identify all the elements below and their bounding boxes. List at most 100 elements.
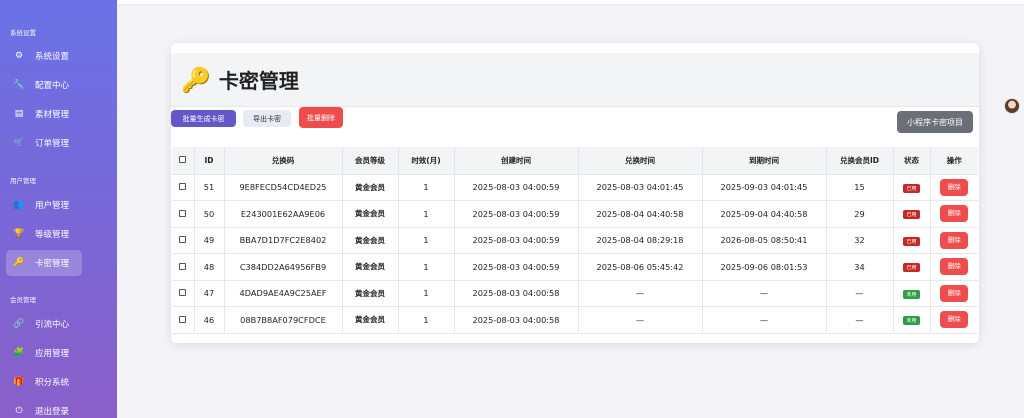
cell-redeemed: 2025-08-06 05:45:42 [578, 253, 703, 281]
table-row: 50 E243001E62AA9E06 黄金会员 1 2025-08-03 04:00:… [172, 200, 978, 228]
cell-expires: 2026-08-05 08:50:41 [702, 227, 827, 254]
cell-id: 46 [194, 306, 225, 334]
gift-icon: 🎁 [13, 377, 25, 387]
table-row: 49 BBA7D1D7FC2E8402 黄金会员 1 2025-08-03 04:00:… [172, 227, 978, 254]
row-select-cell [172, 227, 195, 254]
sidebar-item-system-settings[interactable]: ⚙ 系统设置 [6, 43, 82, 69]
status-badge: 未用 [903, 289, 920, 299]
cell-status: 已用 [893, 200, 931, 228]
cell-months: 1 [398, 280, 455, 307]
table-row: 48 C384DD2A64956FB9 黄金会员 1 2025-08-03 04:00:… [172, 253, 978, 281]
card-key-table: ID 兑换码 会员等级 时效(月) 创建时间 兑换时间 到期时间 兑换会员ID … [172, 147, 978, 334]
cell-code: BBA7D1D7FC2E8402 [224, 227, 343, 254]
batch-delete-button[interactable]: 批量删除 [299, 107, 343, 128]
row-select-cell [172, 253, 195, 281]
sidebar-item-points[interactable]: 🎁 积分系统 [6, 369, 82, 395]
sidebar-item-users[interactable]: 👥 用户管理 [6, 192, 82, 218]
sidebar-item-label: 积分系统 [35, 378, 70, 388]
column-header: 操作 [930, 147, 978, 175]
select-all-checkbox[interactable] [179, 155, 187, 163]
cell-redeemed: — [578, 280, 703, 307]
sidebar-item-label: 用户管理 [35, 201, 70, 211]
cell-months: 1 [398, 306, 455, 334]
status-badge: 已用 [903, 210, 920, 220]
export-button[interactable]: 导出卡密 [243, 110, 291, 127]
cell-action: 删除 [930, 280, 978, 307]
cell-level: 黄金会员 [342, 174, 399, 201]
cell-created: 2025-08-03 04:00:58 [454, 280, 579, 307]
delete-button[interactable]: 删除 [940, 205, 969, 223]
sidebar-item-levels[interactable]: 🏆 等级管理 [6, 221, 82, 247]
cell-member-id: 15 [826, 174, 894, 201]
cell-status: 未用 [893, 306, 931, 334]
cell-expires: — [702, 280, 827, 307]
cell-action: 删除 [930, 227, 978, 254]
cell-expires: 2025-09-03 04:01:45 [702, 174, 827, 201]
cell-level: 黄金会员 [342, 306, 399, 334]
cell-months: 1 [398, 227, 455, 254]
cell-code: 4DAD9AE4A9C25AEF [224, 280, 343, 307]
sidebar-item-config-center[interactable]: 🔧 配置中心 [6, 72, 82, 98]
cell-member-id: 32 [826, 227, 894, 254]
cell-created: 2025-08-03 04:00:59 [454, 174, 579, 201]
row-checkbox[interactable] [179, 315, 187, 323]
link-icon: 🔗 [13, 319, 25, 329]
key-icon: 🔑 [13, 258, 25, 268]
delete-button[interactable]: 删除 [940, 231, 969, 249]
sidebar-item-label: 系统设置 [35, 52, 70, 62]
column-header: 兑换会员ID [826, 147, 894, 175]
row-checkbox[interactable] [179, 236, 187, 244]
cell-redeemed: — [578, 306, 703, 334]
cell-code: E243001E62AA9E06 [224, 200, 343, 228]
sidebar-section-system: 系统设置 [10, 29, 36, 37]
delete-button[interactable]: 删除 [940, 258, 969, 276]
users-icon: 👥 [13, 200, 25, 210]
sidebar-item-label: 应用管理 [35, 349, 70, 359]
cell-id: 49 [194, 227, 225, 254]
sidebar-item-logout[interactable]: ⏻ 退出登录 [6, 398, 82, 418]
page-header: 🔑 卡密管理 [171, 53, 979, 107]
row-select-cell [172, 200, 195, 228]
cell-level: 黄金会员 [342, 280, 399, 307]
status-badge: 已用 [903, 263, 920, 273]
cell-expires: 2025-09-04 04:40:58 [702, 200, 827, 228]
cell-redeemed: 2025-08-03 04:01:45 [578, 174, 703, 201]
cell-status: 已用 [893, 253, 931, 281]
delete-button[interactable]: 删除 [940, 178, 969, 196]
cell-months: 1 [398, 253, 455, 281]
sidebar-item-orders[interactable]: 🛒 订单管理 [6, 130, 82, 156]
row-checkbox[interactable] [179, 183, 187, 191]
delete-button[interactable]: 删除 [940, 284, 969, 302]
table-row: 47 4DAD9AE4A9C25AEF 黄金会员 1 2025-08-03 04:00:… [172, 280, 978, 307]
cell-expires: — [702, 306, 827, 334]
batch-generate-button[interactable]: 批量生成卡密 [171, 110, 236, 127]
row-checkbox[interactable] [179, 289, 187, 297]
select-all-header [172, 147, 195, 175]
sidebar-item-card-keys[interactable]: 🔑 卡密管理 [6, 250, 82, 276]
row-checkbox[interactable] [179, 262, 187, 270]
cell-member-id: — [826, 280, 894, 307]
avatar[interactable] [1004, 98, 1020, 114]
sidebar-item-traffic[interactable]: 🔗 引流中心 [6, 311, 82, 337]
cell-code: 9E8FECD54CD4ED25 [224, 174, 343, 201]
delete-button[interactable]: 删除 [940, 311, 969, 329]
sidebar-section-users: 用户管理 [10, 177, 36, 185]
wrench-icon: 🔧 [13, 80, 25, 90]
column-header: 状态 [893, 147, 931, 175]
toolbar: 批量生成卡密 导出卡密 批量删除 小程序卡密项目 [171, 107, 979, 147]
cell-code: 08B7B8AF079CFDCE [224, 306, 343, 334]
row-checkbox[interactable] [179, 209, 187, 217]
cell-action: 删除 [930, 253, 978, 281]
cell-member-id: 34 [826, 253, 894, 281]
cell-created: 2025-08-03 04:00:58 [454, 306, 579, 334]
column-header: 到期时间 [702, 147, 827, 175]
cell-action: 删除 [930, 174, 978, 201]
cell-expires: 2025-09-06 08:01:53 [702, 253, 827, 281]
sidebar-item-materials[interactable]: ▤ 素材管理 [6, 101, 82, 127]
mini-program-button[interactable]: 小程序卡密项目 [897, 111, 973, 133]
table-row: 46 08B7B8AF079CFDCE 黄金会员 1 2025-08-03 04:00:… [172, 306, 978, 334]
row-select-cell [172, 280, 195, 307]
sidebar-item-apps[interactable]: 🧩 应用管理 [6, 340, 82, 366]
sidebar: 系统设置 ⚙ 系统设置 🔧 配置中心 ▤ 素材管理 🛒 订单管理 用户管理 👥 … [0, 0, 117, 418]
row-select-cell [172, 306, 195, 334]
